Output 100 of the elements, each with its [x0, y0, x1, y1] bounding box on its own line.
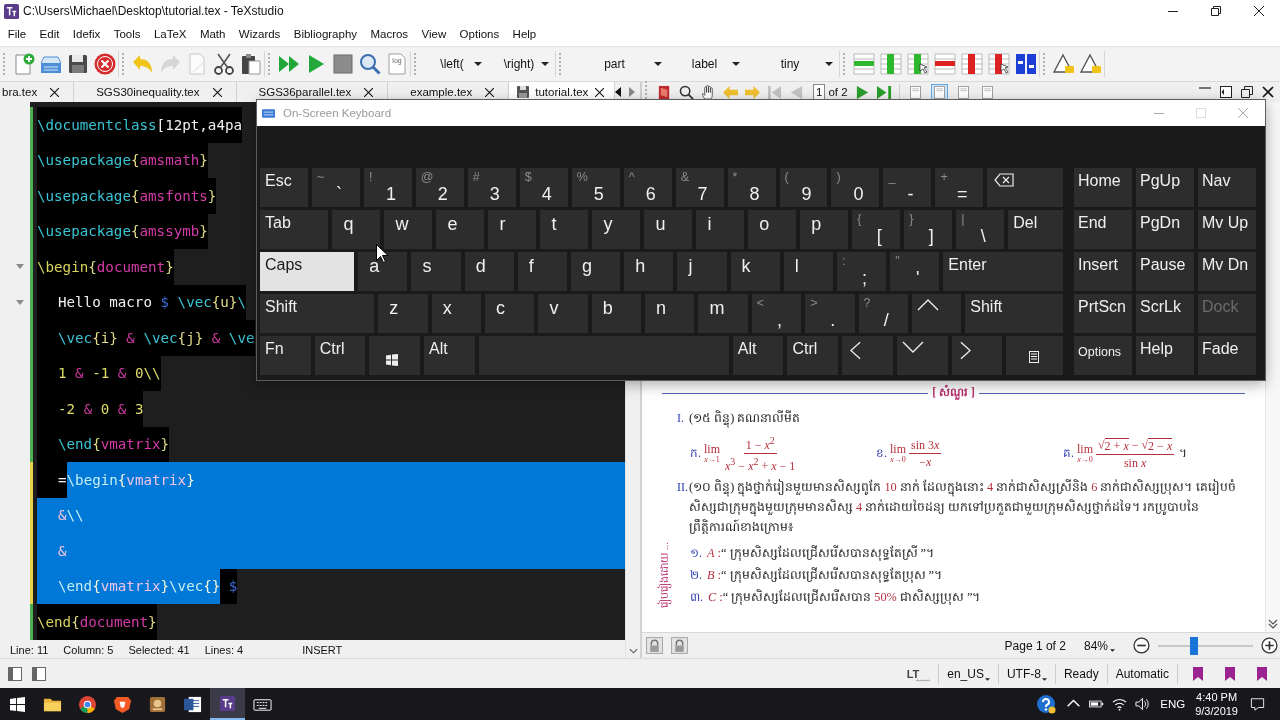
keyboard-key[interactable]: f: [517, 252, 567, 291]
menu-item[interactable]: File: [1, 26, 33, 42]
close-icon[interactable]: [364, 87, 374, 97]
keyboard-key[interactable]: k: [730, 252, 780, 291]
close-icon[interactable]: [212, 87, 222, 97]
keyboard-key[interactable]: Help: [1136, 336, 1194, 375]
notification-icon[interactable]: [1250, 697, 1265, 711]
encoding-selector[interactable]: UTF-8: [1006, 666, 1041, 681]
menu-item[interactable]: Bibliography: [287, 26, 364, 42]
bookmark-icon[interactable]: [1192, 665, 1204, 682]
menu-item[interactable]: Macros: [363, 26, 415, 42]
keyboard-key[interactable]: [369, 336, 421, 375]
menu-item[interactable]: Tools: [107, 26, 148, 42]
clipboard-icon[interactable]: [240, 53, 262, 75]
table-column-icon[interactable]: [961, 53, 983, 75]
spell-check-status[interactable]: LT: [906, 667, 920, 680]
keyboard-key[interactable]: & 7: [675, 168, 724, 207]
keyboard-key[interactable]: { [: [852, 210, 901, 249]
keyboard-key[interactable]: | \: [956, 210, 1005, 249]
keyboard-key[interactable]: z: [378, 294, 428, 333]
keyboard-key[interactable]: $ 4: [519, 168, 568, 207]
keyboard-key[interactable]: Alt: [424, 336, 475, 375]
keyboard-key[interactable]: } ]: [904, 210, 953, 249]
menu-item[interactable]: Edit: [32, 26, 67, 42]
bookmark-icon[interactable]: [1224, 665, 1236, 682]
battery-icon[interactable]: [1089, 697, 1105, 711]
keyboard-key[interactable]: m: [698, 294, 748, 333]
keyboard-key[interactable]: : ;: [836, 252, 887, 291]
keyboard-key[interactable]: ~ `: [311, 168, 360, 207]
double-chevron-down-icon[interactable]: [1268, 619, 1278, 629]
keyboard-key[interactable]: ( 9: [779, 168, 828, 207]
keyboard-key[interactable]: Home: [1074, 168, 1132, 207]
keyboard-key[interactable]: * 8: [727, 168, 776, 207]
language-selector[interactable]: en_US: [947, 666, 984, 681]
keyboard-key[interactable]: h: [624, 252, 674, 291]
restore-icon[interactable]: [1241, 86, 1253, 98]
back-arrow-icon[interactable]: [723, 84, 738, 100]
windows-icon[interactable]: [10, 696, 25, 712]
help-icon[interactable]: [1036, 694, 1057, 714]
clock-time[interactable]: 4:40 PM: [1196, 690, 1238, 704]
wifi-icon[interactable]: [1112, 697, 1128, 711]
keyboard-key[interactable]: PgUp: [1136, 168, 1194, 207]
volume-icon[interactable]: [1135, 697, 1151, 711]
close-icon[interactable]: [1262, 86, 1274, 98]
keyboard-key[interactable]: l: [783, 252, 833, 291]
keyboard-key[interactable]: ? /: [858, 294, 908, 333]
stop-icon[interactable]: [332, 53, 354, 75]
keyboard-key[interactable]: b: [591, 294, 642, 333]
keyboard-key[interactable]: y: [592, 210, 641, 249]
dropdown[interactable]: tiny: [749, 52, 837, 76]
close-circle-icon[interactable]: [94, 53, 116, 75]
keyboard-key[interactable]: r: [488, 210, 537, 249]
keyboard-key[interactable]: i: [696, 210, 745, 249]
keyboard-key[interactable]: Caps: [260, 252, 355, 291]
close-icon[interactable]: [595, 87, 605, 97]
left-arrow-icon[interactable]: [615, 87, 622, 97]
zoom-out-button[interactable]: [1133, 637, 1150, 654]
keyboard-key[interactable]: Insert: [1074, 252, 1132, 291]
keyboard-key[interactable]: t: [540, 210, 589, 249]
keyboard-key[interactable]: @ 2: [415, 168, 464, 207]
keyboard-key[interactable]: a: [358, 252, 408, 291]
keyboard-key[interactable]: ScrLk: [1136, 294, 1194, 333]
keyboard-key[interactable]: Mv Up: [1198, 210, 1256, 249]
forward-arrow-icon[interactable]: [745, 84, 760, 100]
double-play-icon[interactable]: [278, 53, 300, 75]
menu-item[interactable]: Wizards: [232, 26, 288, 42]
close-icon[interactable]: [50, 87, 60, 97]
menu-item[interactable]: View: [414, 26, 453, 42]
keyboard-key[interactable]: ^ 6: [623, 168, 672, 207]
fold-arrow-icon[interactable]: [16, 264, 24, 270]
keyboard-key[interactable]: Esc: [260, 168, 308, 207]
keyboard-key[interactable]: n: [645, 294, 695, 333]
keyboard-key[interactable]: < ,: [751, 294, 802, 333]
caret-icon[interactable]: [1110, 649, 1115, 652]
menu-item[interactable]: LaTeX: [147, 26, 194, 42]
keyboard-key[interactable]: Alt: [732, 336, 784, 375]
keyboard-key[interactable]: Enter: [943, 252, 1064, 291]
scrollbar[interactable]: [1265, 102, 1280, 632]
keyboard-key[interactable]: q: [332, 210, 381, 249]
save-icon[interactable]: [67, 53, 89, 75]
keyboard-key[interactable]: " ': [890, 252, 940, 291]
keyboard-key[interactable]: w: [384, 210, 433, 249]
input-language[interactable]: ENG: [1160, 698, 1186, 710]
dropdown[interactable]: \right): [491, 52, 553, 76]
close-icon[interactable]: [485, 87, 495, 97]
keyboard-key[interactable]: x: [431, 294, 481, 333]
page-field[interactable]: 1: [813, 84, 826, 100]
table-column-pointer-icon[interactable]: [988, 53, 1010, 75]
table-column-pointer-icon[interactable]: [907, 53, 929, 75]
dropdown[interactable]: part: [569, 52, 666, 76]
bookmark-icon[interactable]: [1256, 665, 1268, 682]
right-arrow-icon[interactable]: [629, 87, 636, 97]
keyboard-key[interactable]: p: [800, 210, 849, 249]
keyboard-key[interactable]: c: [485, 294, 535, 333]
menu-item[interactable]: Idefix: [66, 26, 107, 42]
new-document-icon[interactable]: [13, 53, 35, 75]
slider-thumb[interactable]: [1190, 636, 1199, 655]
table-row-icon[interactable]: [853, 53, 875, 75]
keyboard-key[interactable]: # 3: [467, 168, 516, 207]
search-icon[interactable]: [679, 84, 694, 100]
